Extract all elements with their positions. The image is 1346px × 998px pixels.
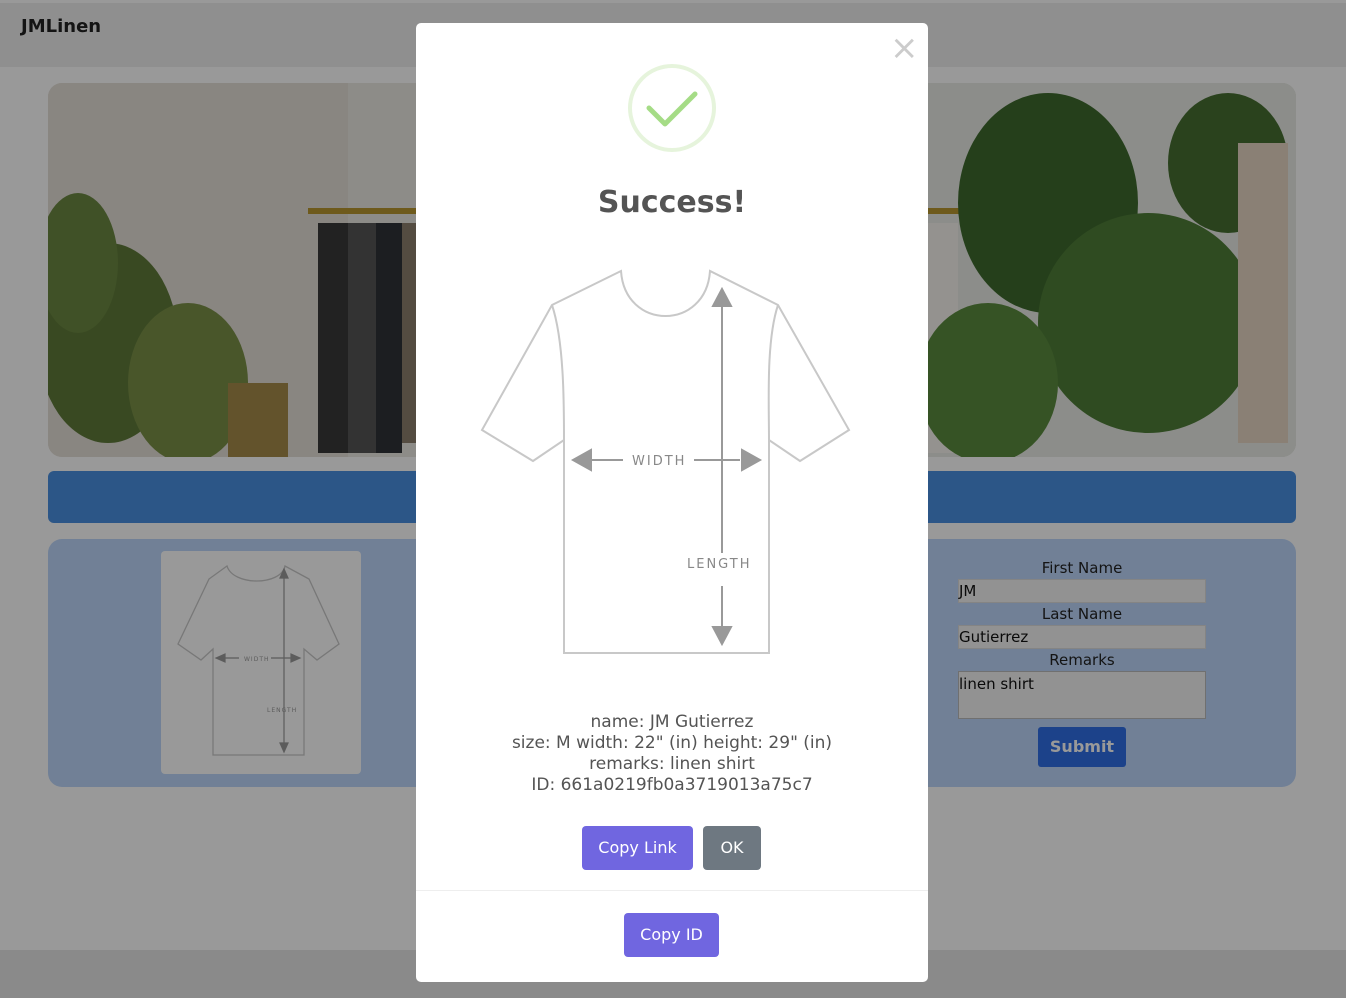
dialog-footer: Copy ID [416, 890, 928, 982]
success-dialog: × Success! WIDTH LENGTH name: JM Gutierr… [416, 23, 928, 982]
length-label: LENGTH [687, 557, 752, 572]
copy-link-button[interactable]: Copy Link [582, 826, 693, 870]
copy-id-button[interactable]: Copy ID [624, 913, 719, 957]
dialog-actions: Copy Link OK [416, 826, 928, 870]
width-label: WIDTH [632, 454, 686, 469]
dialog-title: Success! [597, 185, 747, 220]
detail-id: ID: 661a0219fb0a3719013a75c7 [531, 775, 813, 795]
close-icon[interactable]: × [890, 31, 919, 65]
detail-size: size: M width: 22" (in) height: 29" (in) [511, 733, 833, 753]
size-chart-image: WIDTH LENGTH [480, 269, 851, 654]
success-check-icon [628, 64, 716, 152]
order-details: name: JM Gutierrez size: M width: 22" (i… [416, 712, 928, 796]
detail-remarks: remarks: linen shirt [589, 754, 755, 774]
detail-name: name: JM Gutierrez [590, 712, 754, 732]
ok-button[interactable]: OK [703, 826, 761, 870]
